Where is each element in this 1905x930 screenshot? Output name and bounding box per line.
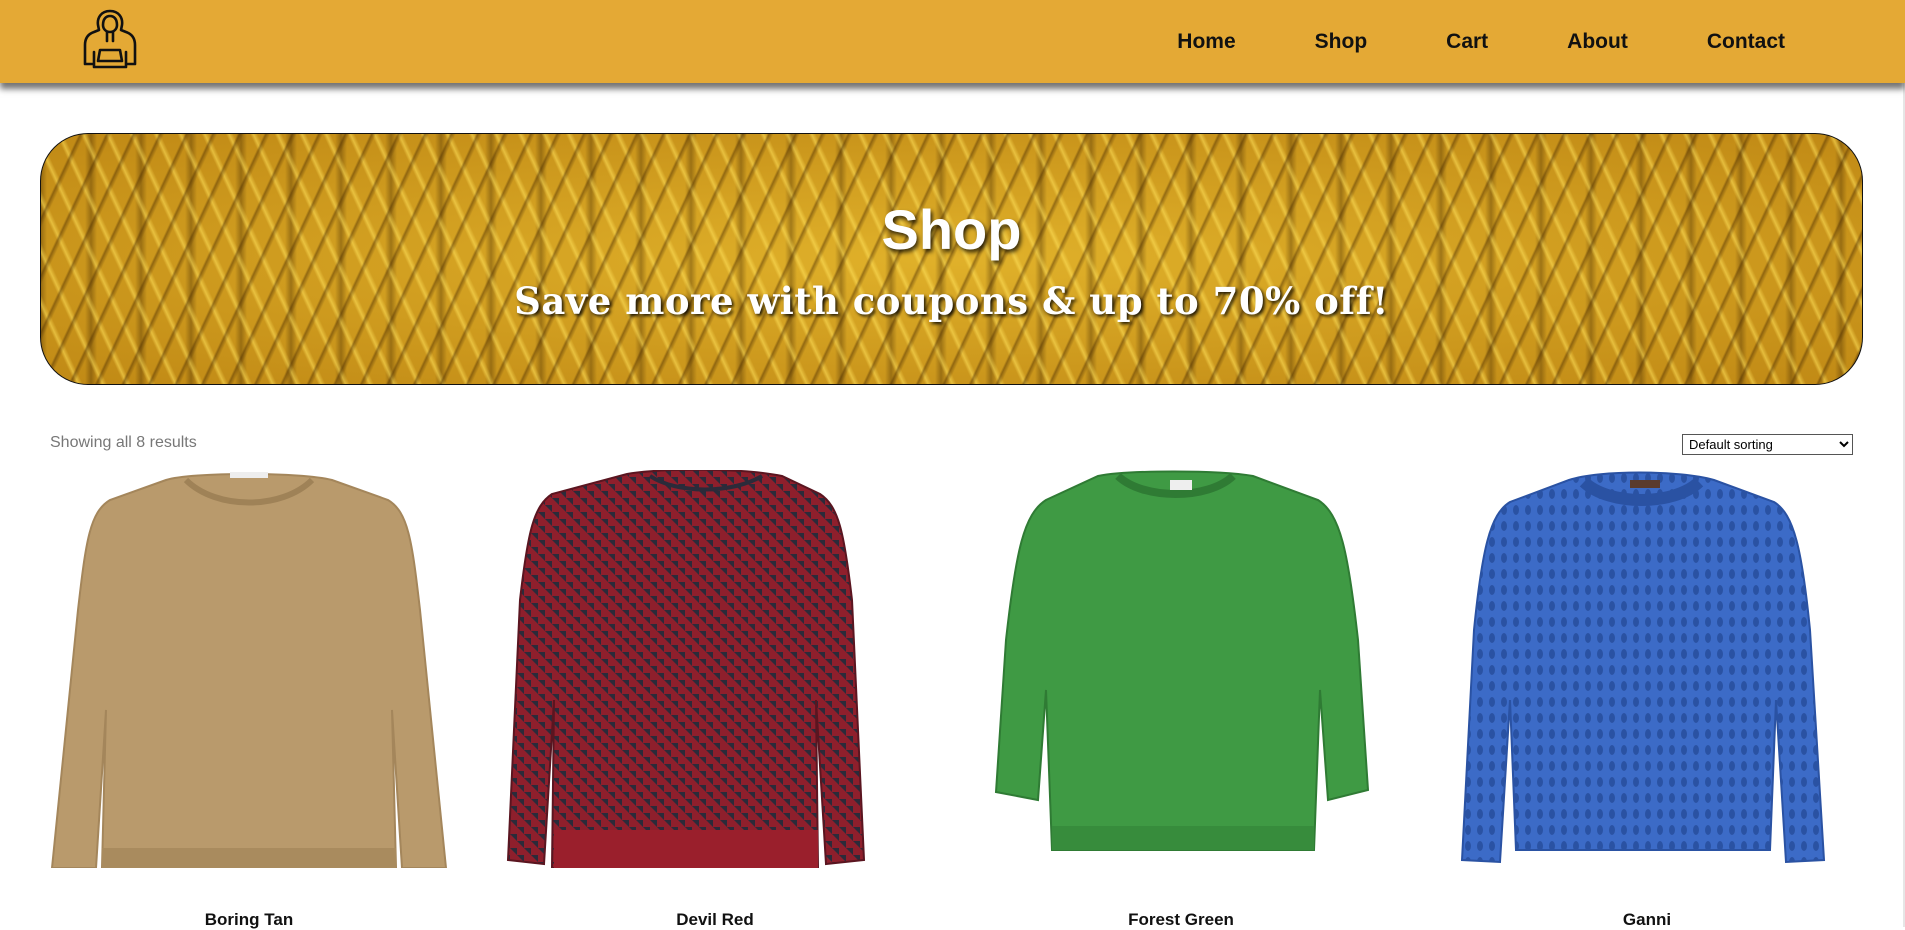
- site-header: Home Shop Cart About Contact: [0, 0, 1905, 83]
- product-name[interactable]: Ganni: [1414, 910, 1880, 930]
- nav-contact-link[interactable]: Contact: [1707, 30, 1785, 54]
- product-image[interactable]: [948, 470, 1414, 868]
- product-name[interactable]: Devil Red: [482, 910, 948, 930]
- product-name[interactable]: Forest Green: [948, 910, 1414, 930]
- product-card[interactable]: Boring Tan: [16, 470, 482, 930]
- product-name[interactable]: Boring Tan: [16, 910, 482, 930]
- main-nav: Home Shop Cart About Contact: [1098, 0, 1785, 83]
- product-image[interactable]: [1414, 470, 1880, 868]
- nav-shop-link[interactable]: Shop: [1315, 30, 1368, 54]
- product-card[interactable]: Ganni: [1414, 470, 1880, 930]
- product-card[interactable]: Forest Green: [948, 470, 1414, 930]
- hero-title: Shop: [881, 198, 1022, 261]
- nav-about-link[interactable]: About: [1567, 30, 1628, 54]
- result-count: Showing all 8 results: [50, 434, 197, 451]
- sort-select[interactable]: Default sorting: [1682, 434, 1853, 455]
- hoodie-icon[interactable]: [82, 8, 138, 70]
- hero-subtitle: Save more with coupons & up to 70% off!: [514, 279, 1389, 323]
- product-image[interactable]: [482, 468, 948, 869]
- product-image[interactable]: [16, 470, 482, 869]
- product-card[interactable]: Devil Red: [482, 468, 948, 930]
- nav-home-link[interactable]: Home: [1177, 30, 1235, 54]
- nav-cart-link[interactable]: Cart: [1446, 30, 1488, 54]
- shop-hero-banner: Shop Save more with coupons & up to 70% …: [40, 133, 1863, 385]
